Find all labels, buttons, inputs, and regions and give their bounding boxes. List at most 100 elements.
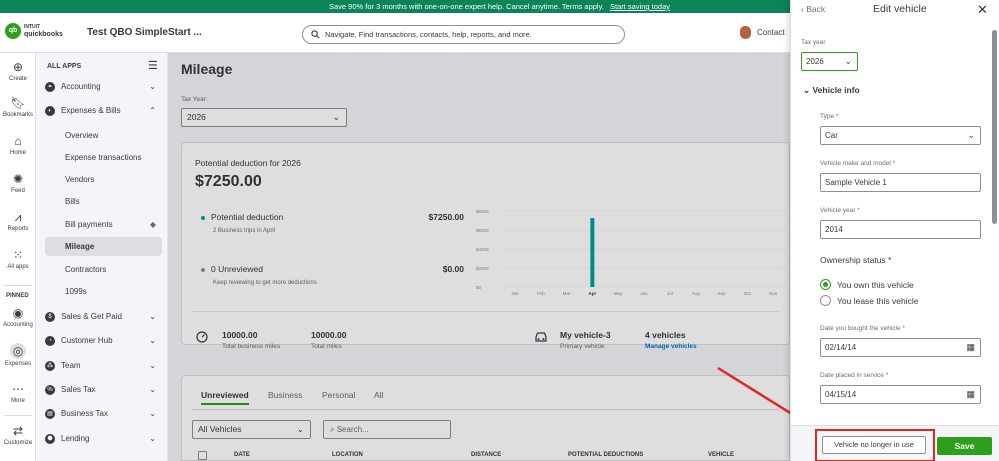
- rail-more[interactable]: ⋯ More: [0, 382, 36, 405]
- nav-sub-bills[interactable]: Bills: [45, 192, 162, 211]
- rail-create[interactable]: ⊕ Create: [0, 60, 36, 83]
- nav-sub-1099s[interactable]: 1099s: [45, 282, 162, 301]
- panel-tax-year-select[interactable]: 2026 ⌄: [801, 52, 858, 71]
- main-content: Mileage Tax Year: 2026 ⌄ Potential deduct…: [168, 53, 790, 461]
- global-search-input[interactable]: Navigate, Find transactions, contacts, h…: [302, 25, 625, 44]
- modal-dim-overlay: [168, 53, 790, 461]
- ownership-status-label: Ownership status *: [820, 255, 892, 265]
- make-model-input[interactable]: Sample Vehicle 1: [820, 173, 981, 192]
- promo-text: Save 90% for 3 months with one-on-one ex…: [328, 2, 604, 11]
- panel-scrollbar[interactable]: [992, 30, 997, 224]
- chevron-up-icon: ⌃: [149, 106, 156, 115]
- rail-customize[interactable]: ⇄ Customize: [0, 424, 36, 447]
- rail-expenses[interactable]: ◎ Expenses: [0, 343, 36, 367]
- chevron-down-icon: ⌄: [149, 409, 156, 418]
- nav-lending-label: Lending: [61, 434, 90, 443]
- close-icon[interactable]: ✕: [977, 2, 988, 18]
- placed-date-input[interactable]: 04/15/14 ▦: [820, 385, 981, 404]
- rail-reports-label: Reports: [7, 226, 29, 232]
- nav-sub-contractors[interactable]: Contractors: [45, 260, 162, 279]
- vehicle-no-longer-in-use-button[interactable]: Vehicle no longer in use: [822, 436, 926, 454]
- nav-expenses-bills[interactable]: ◐ Expenses & Bills ⌃: [45, 101, 162, 120]
- feed-icon: ✺: [12, 172, 24, 186]
- expenses-icon: ◎: [10, 343, 26, 359]
- back-button[interactable]: ‹ Back: [801, 4, 825, 14]
- type-label: Type *: [820, 113, 839, 120]
- chevron-down-icon: ⌄: [844, 56, 852, 66]
- nav-sub-bill-payments-label: Bill payments: [65, 220, 113, 229]
- nav-sub-mileage[interactable]: Mileage: [45, 237, 162, 256]
- accounting-icon: ◉: [12, 306, 24, 320]
- chevron-down-icon: ⌄: [149, 336, 156, 345]
- nav-expenses-bills-label: Expenses & Bills: [61, 106, 121, 115]
- panel-footer: Vehicle no longer in use Save: [791, 425, 999, 461]
- rail-bookmarks[interactable]: 🔖︎ Bookmarks: [0, 96, 36, 119]
- bought-date-label: Date you bought the vehicle *: [820, 325, 905, 332]
- vehicle-type-select[interactable]: Car ⌄: [820, 126, 981, 145]
- customize-icon: ⇄: [12, 424, 24, 438]
- rail-home[interactable]: ⌂ Home: [0, 135, 36, 157]
- rail-accounting[interactable]: ◉ Accounting: [0, 306, 36, 329]
- bookmark-icon: 🔖︎: [10, 96, 26, 110]
- vehicle-info-heading: Vehicle info: [812, 85, 860, 95]
- nav-sub-overview[interactable]: Overview: [45, 126, 162, 145]
- collapse-nav-icon[interactable]: ☰: [148, 59, 158, 72]
- quickbooks-logo[interactable]: qb INTUIT quickbooks: [5, 23, 63, 39]
- apps-nav-heading: ALL APPS: [47, 63, 82, 70]
- bought-date-value: 02/14/14: [825, 343, 857, 352]
- chevron-down-icon: ⌄: [149, 312, 156, 321]
- contact-area[interactable]: Contact: [740, 26, 785, 39]
- sales-tax-icon: %: [45, 384, 55, 395]
- placed-date-value: 04/15/14: [825, 390, 857, 399]
- panel-title: Edit vehicle: [873, 3, 927, 15]
- more-icon: ⋯: [12, 382, 24, 396]
- rail-accounting-label: Accounting: [3, 322, 33, 328]
- plus-icon: ⊕: [12, 60, 24, 74]
- nav-sales-get-paid[interactable]: $ Sales & Get Paid ⌄: [45, 307, 162, 326]
- qb-logo-mark: qb: [5, 23, 21, 39]
- nav-customer-hub[interactable]: ◔ Customer Hub ⌄: [45, 331, 162, 350]
- nav-sales-tax[interactable]: % Sales Tax ⌄: [45, 380, 162, 399]
- calendar-icon[interactable]: ▦: [966, 386, 975, 403]
- nav-sub-bill-payments[interactable]: Bill payments ◆: [45, 215, 162, 234]
- rail-all-apps[interactable]: ⁙ All apps: [0, 248, 36, 271]
- accounting-app-icon: ⚭: [45, 81, 55, 92]
- nav-sub-expense-transactions[interactable]: Expense transactions: [45, 148, 162, 167]
- nav-accounting[interactable]: ⚭ Accounting ⌄: [45, 77, 162, 96]
- chevron-down-icon: ⌄: [149, 434, 156, 443]
- chevron-down-icon: ⌄: [149, 82, 156, 91]
- left-rail: ⊕ Create 🔖︎ Bookmarks ⌂ Home ✺ Feed ⩘ Reports…: [0, 53, 36, 461]
- vehicle-year-input[interactable]: 2014: [820, 220, 981, 239]
- company-name[interactable]: Test QBO SimpleStart ...: [87, 27, 202, 38]
- apps-nav: ALL APPS ☰ ⚭ Accounting ⌄ ◐ Expenses & Bill…: [36, 53, 168, 461]
- rail-reports[interactable]: ⩘ Reports: [0, 211, 36, 233]
- radio-selected: [820, 279, 831, 290]
- nav-business-tax[interactable]: ▤ Business Tax ⌄: [45, 404, 162, 423]
- vehicle-info-toggle[interactable]: ⌄ Vehicle info: [803, 85, 860, 96]
- lease-vehicle-label: You lease this vehicle: [837, 295, 919, 306]
- rail-bookmarks-label: Bookmarks: [2, 112, 33, 118]
- chevron-down-icon: ⌄: [149, 361, 156, 370]
- contact-label: Contact: [757, 28, 785, 37]
- nav-team-label: Team: [61, 361, 81, 370]
- panel-tax-year-value: 2026: [806, 57, 824, 66]
- customer-hub-icon: ◔: [45, 335, 55, 346]
- nav-lending[interactable]: ⬢ Lending ⌄: [45, 429, 162, 448]
- rail-feed-label: Feed: [11, 188, 25, 194]
- edit-vehicle-panel: ‹ Back Edit vehicle ✕ Tax year 2026 ⌄ ⌄ V…: [790, 0, 999, 461]
- calendar-icon[interactable]: ▦: [966, 339, 975, 356]
- rail-divider-2: [4, 415, 32, 416]
- avatar: [740, 26, 751, 39]
- save-button[interactable]: Save: [937, 437, 992, 455]
- premium-diamond-icon: ◆: [149, 220, 156, 229]
- promo-link[interactable]: Start saving today: [610, 2, 670, 11]
- lease-vehicle-radio[interactable]: You lease this vehicle: [820, 295, 918, 306]
- nav-sub-vendors[interactable]: Vendors: [45, 170, 162, 189]
- apps-icon: ⁙: [12, 248, 24, 262]
- nav-sales-label: Sales & Get Paid: [61, 312, 122, 321]
- bought-date-input[interactable]: 02/14/14 ▦: [820, 338, 981, 357]
- rail-create-label: Create: [8, 76, 27, 82]
- rail-feed[interactable]: ✺ Feed: [0, 172, 36, 195]
- nav-team[interactable]: ⁂ Team ⌄: [45, 356, 162, 375]
- own-vehicle-radio[interactable]: You own this vehicle: [820, 279, 914, 290]
